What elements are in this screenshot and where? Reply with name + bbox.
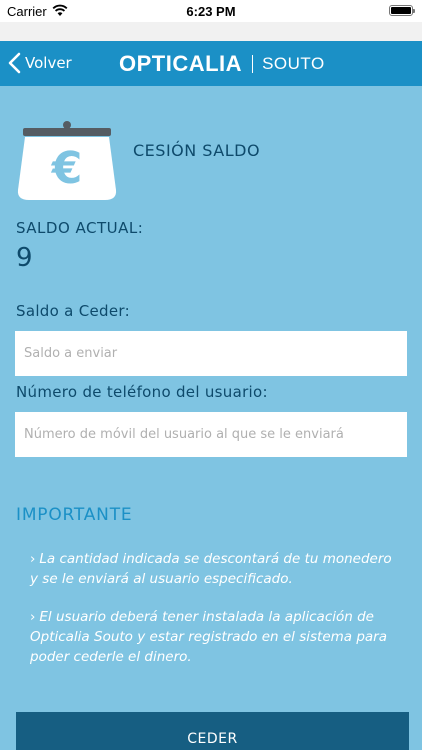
chevron-right-icon: ›	[30, 609, 36, 625]
store-name: SOUTO	[262, 54, 325, 73]
amount-input[interactable]	[15, 331, 407, 376]
phone-label: Número de teléfono del usuario:	[16, 383, 268, 401]
info-note: › La cantidad indicada se descontará de t…	[30, 549, 402, 589]
info-note-text: La cantidad indicada se descontará de tu…	[30, 551, 392, 587]
brand-name: OPTICALIA	[119, 51, 243, 76]
logo-divider	[252, 55, 254, 73]
chevron-left-icon	[8, 52, 21, 74]
transfer-button[interactable]: CEDER	[16, 712, 409, 750]
svg-text:€: €	[51, 143, 83, 194]
page-title: CESIÓN SALDO	[133, 141, 261, 160]
current-balance-value: 9	[16, 243, 33, 273]
current-balance-label: SALDO ACTUAL:	[16, 219, 144, 237]
clock: 6:23 PM	[186, 4, 236, 19]
important-heading: IMPORTANTE	[16, 505, 133, 525]
chevron-right-icon: ›	[30, 551, 36, 567]
status-bar: Carrier 6:23 PM	[0, 0, 422, 22]
phone-input[interactable]	[15, 412, 407, 457]
battery-icon	[389, 5, 415, 16]
info-note: › El usuario deberá tener instalada la ap…	[30, 607, 402, 667]
back-label: Volver	[25, 54, 72, 72]
amount-label: Saldo a Ceder:	[16, 302, 130, 320]
info-note-text: El usuario deberá tener instalada la apl…	[30, 609, 387, 665]
navigation-bar: Volver OPTICALIA SOUTO	[0, 41, 422, 86]
purse-euro-icon: €	[17, 121, 117, 200]
back-button[interactable]: Volver	[8, 51, 72, 75]
top-strip	[0, 22, 422, 41]
app-logo: OPTICALIA SOUTO	[119, 51, 325, 77]
